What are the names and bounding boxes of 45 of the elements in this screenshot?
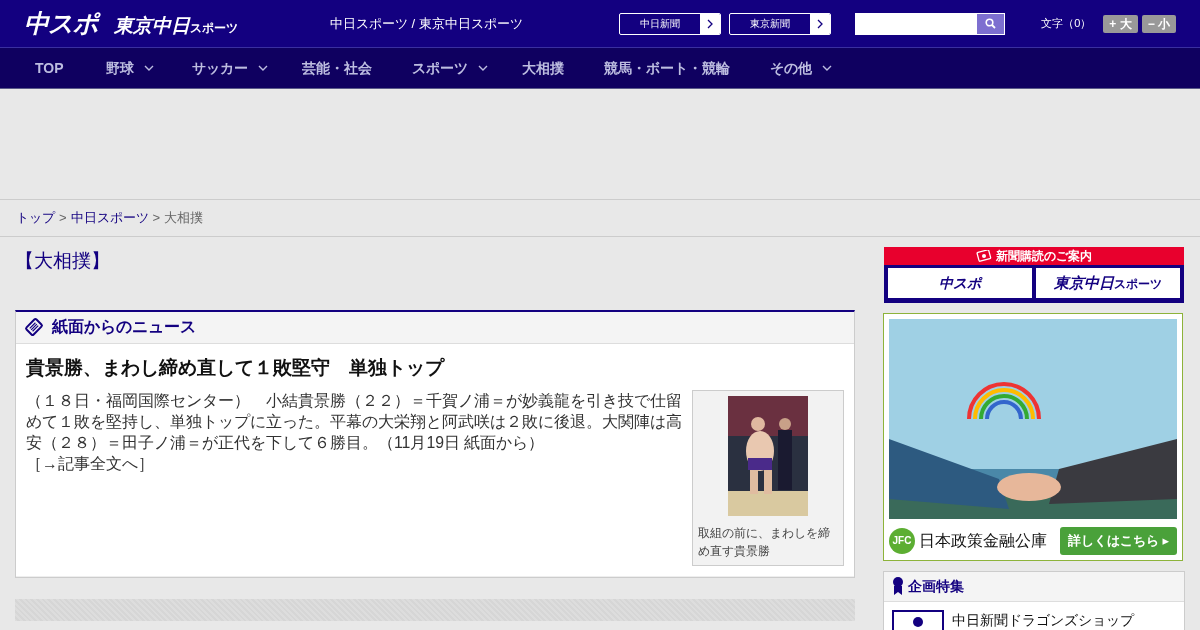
breadcrumb-current: 大相撲 [164, 209, 204, 228]
nav-item[interactable]: サッカー [191, 57, 268, 79]
photo-caption: 取組の前に、まわしを締め直す貴景勝 [698, 525, 831, 560]
breadcrumb-separator: > [152, 209, 161, 228]
logo-button[interactable]: 中スポ [888, 268, 1032, 298]
search-icon [985, 18, 997, 29]
logo-button[interactable]: 東京中日スポーツ [1036, 268, 1180, 298]
chevron-down-icon [143, 65, 154, 71]
advertiser-name: 日本政策金融公庫 [919, 530, 1048, 551]
page-title: 【大相撲】 [15, 249, 111, 273]
font-size-label: 文字（0） [1041, 16, 1092, 32]
breadcrumb-link[interactable]: トップ [16, 208, 55, 228]
panel-title: 企画特集 [908, 576, 964, 596]
newspaper-link[interactable]: 中日新聞 [619, 12, 722, 35]
nav-item[interactable]: TOP [35, 57, 64, 79]
chevron-right-icon [707, 18, 714, 29]
logo[interactable]: 東京中日スポーツ [114, 11, 238, 41]
subscription-banner[interactable]: 新聞購読のご案内 中スポ 東京中日スポーツ [884, 247, 1184, 303]
chevron-down-icon [477, 65, 488, 71]
newspaper-icon [976, 250, 992, 262]
advertisement[interactable]: JFC 日本政策金融公庫 詳しくはこちら ▸ [883, 313, 1183, 561]
feature-link[interactable]: 中日新聞ドラゴンズショップ [952, 609, 1134, 630]
search-field[interactable] [855, 12, 978, 35]
award-icon [892, 576, 904, 596]
chevron-right-icon [817, 18, 824, 29]
chevron-down-icon [257, 65, 268, 71]
nav-item[interactable]: 競馬・ボート・競輪 [603, 57, 730, 79]
nav-item[interactable]: 大相撲 [521, 57, 564, 79]
newspaper-icon [24, 317, 44, 337]
site-tagline: 中日スポーツ / 東京中日スポーツ [330, 14, 523, 33]
read-more-link[interactable]: ［→記事全文へ］ [26, 455, 154, 472]
search-button[interactable] [977, 12, 1006, 35]
advertiser-logo: JFC [889, 527, 915, 554]
newspaper-link[interactable]: 東京新聞 [729, 12, 832, 35]
breadcrumb-separator: > [59, 209, 67, 228]
banner-title: 新聞購読のご案内 [996, 248, 1092, 265]
article-summary: （１８日・福岡国際センター） 小結貴景勝（２２）＝千賀ノ浦＝が妙義龍を引き技で仕留めて１敗を堅持し、単独トップに立った。平幕の大栄翔と阿武咲は２敗に後退。大関陣は高安（２８）＝田子ノ浦＝が正代を下して６勝目。（11月19日 紙面から） ［→記事全文へ］ [26, 391, 683, 474]
nav-item[interactable]: スポーツ [411, 57, 488, 79]
chevron-down-icon [821, 65, 832, 71]
section-heading: 紙面からのニュース [52, 317, 196, 337]
nav-item[interactable]: 野球 [105, 57, 154, 79]
nav-item[interactable]: 芸能・社会 [301, 57, 372, 79]
nav-item[interactable]: その他 [769, 57, 832, 79]
article-headline[interactable]: 貴景勝、まわし締め直して１敗堅守 単独トップ [26, 353, 844, 382]
breadcrumb-link[interactable]: 中日スポーツ [70, 208, 149, 228]
